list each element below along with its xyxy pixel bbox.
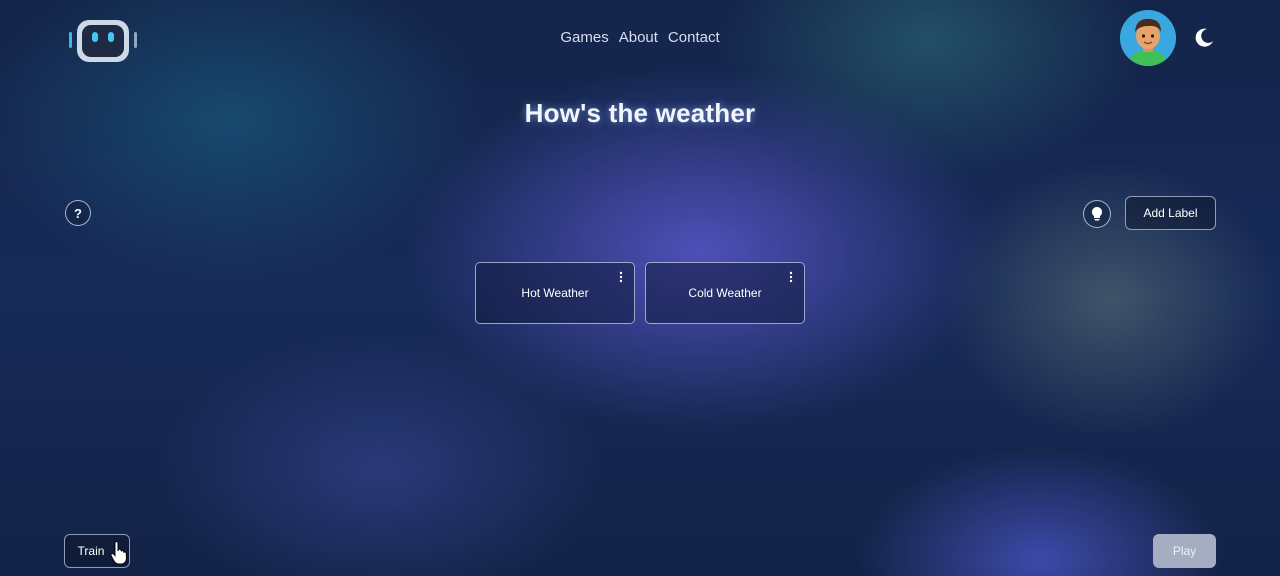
- train-button-label: Train: [77, 544, 105, 558]
- moon-icon[interactable]: [1192, 26, 1216, 50]
- main-nav: Games About Contact: [0, 29, 1280, 46]
- nav-contact-link[interactable]: Contact: [668, 29, 720, 46]
- kebab-menu-icon[interactable]: [788, 271, 794, 283]
- nav-games-link[interactable]: Games: [560, 29, 608, 46]
- train-button[interactable]: Train: [64, 534, 130, 568]
- user-avatar[interactable]: [1120, 10, 1176, 66]
- page-title: How's the weather: [524, 98, 756, 128]
- label-card-title: Hot Weather: [521, 286, 589, 300]
- label-card-hot-weather[interactable]: Hot Weather: [475, 262, 635, 324]
- hint-button[interactable]: [1083, 200, 1111, 228]
- label-card-cold-weather[interactable]: Cold Weather: [645, 262, 805, 324]
- help-button-label: ?: [74, 205, 82, 221]
- kebab-menu-icon[interactable]: [618, 271, 624, 283]
- label-card-title: Cold Weather: [688, 286, 762, 300]
- help-button[interactable]: ?: [65, 200, 91, 226]
- nav-about-link[interactable]: About: [619, 29, 658, 46]
- lightbulb-icon: [1091, 206, 1103, 222]
- add-label-button[interactable]: Add Label: [1125, 196, 1216, 230]
- play-button[interactable]: Play: [1153, 534, 1216, 568]
